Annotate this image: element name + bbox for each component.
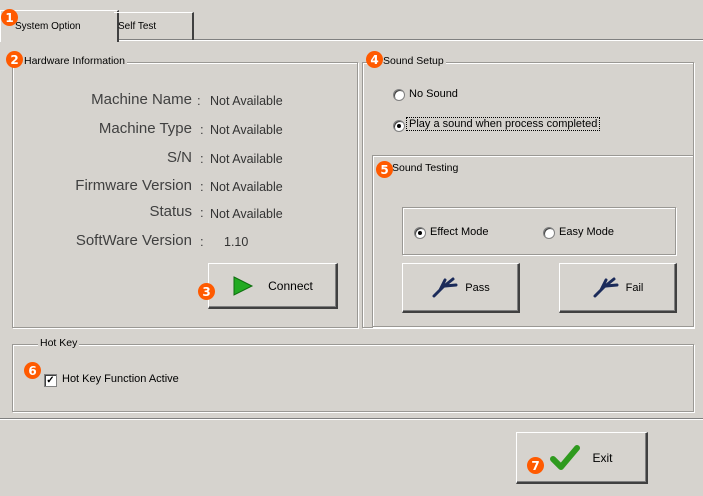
no-sound-radio[interactable] xyxy=(393,89,405,101)
callout-badge-4: 4 xyxy=(366,51,383,68)
tab-self-test[interactable]: Self Test xyxy=(114,12,194,40)
colon: : xyxy=(200,179,204,194)
software-version-label: SoftWare Version xyxy=(75,232,192,249)
footer-divider-highlight xyxy=(0,419,703,420)
connect-label: Connect xyxy=(268,278,313,293)
no-sound-label[interactable]: No Sound xyxy=(409,88,458,100)
colon: : xyxy=(197,93,201,108)
callout-badge-3: 3 xyxy=(198,283,215,300)
callout-badge-7: 7 xyxy=(527,457,544,474)
hot-key-title: Hot Key xyxy=(38,337,80,349)
machine-name-label: Machine Name xyxy=(91,91,192,108)
colon: : xyxy=(200,205,204,220)
hot-key-label[interactable]: Hot Key Function Active xyxy=(62,373,179,385)
colon: : xyxy=(200,122,204,137)
firmware-version-label: Firmware Version xyxy=(75,177,192,194)
software-version-value: 1.10 xyxy=(224,235,249,249)
tuning-fork-icon xyxy=(593,277,619,297)
easy-mode-label[interactable]: Easy Mode xyxy=(559,226,614,238)
connect-button[interactable]: Connect xyxy=(208,263,338,309)
tab-label: Self Test xyxy=(118,21,157,32)
play-icon xyxy=(233,275,254,296)
callout-badge-2: 2 xyxy=(6,51,23,68)
status-label: Status xyxy=(149,203,192,220)
sound-setup-title: Sound Setup xyxy=(381,55,446,67)
callout-badge-6: 6 xyxy=(24,362,41,379)
callout-badge-1: 1 xyxy=(1,9,18,26)
effect-mode-label[interactable]: Effect Mode xyxy=(430,226,489,238)
machine-name-value: Not Available xyxy=(210,94,283,108)
fail-label: Fail xyxy=(625,281,644,294)
fail-button[interactable]: Fail xyxy=(559,263,677,313)
callout-badge-5: 5 xyxy=(376,161,393,178)
play-sound-radio[interactable] xyxy=(393,120,405,132)
status-value: Not Available xyxy=(210,207,283,221)
colon: : xyxy=(200,151,204,166)
serial-number-label: S/N xyxy=(166,149,192,166)
sound-testing-title: Sound Testing xyxy=(390,162,461,174)
colon: : xyxy=(200,234,204,249)
firmware-version-value: Not Available xyxy=(210,180,283,194)
exit-label: Exit xyxy=(592,450,613,465)
hardware-information-title: Hardware Information xyxy=(22,55,127,67)
serial-number-value: Not Available xyxy=(210,152,283,166)
tab-system-option[interactable]: System Option xyxy=(0,10,119,42)
machine-type-value: Not Available xyxy=(210,123,283,137)
hot-key-checkbox[interactable]: ✓ xyxy=(44,374,57,387)
machine-type-label: Machine Type xyxy=(98,120,192,137)
effect-mode-radio[interactable] xyxy=(414,227,426,239)
tuning-fork-icon xyxy=(432,277,458,297)
pass-button[interactable]: Pass xyxy=(402,263,520,313)
checkmark-icon xyxy=(550,444,581,470)
tab-label: System Option xyxy=(15,21,81,32)
play-sound-label[interactable]: Play a sound when process completed xyxy=(405,117,601,131)
easy-mode-radio[interactable] xyxy=(543,227,555,239)
pass-label: Pass xyxy=(465,281,490,294)
